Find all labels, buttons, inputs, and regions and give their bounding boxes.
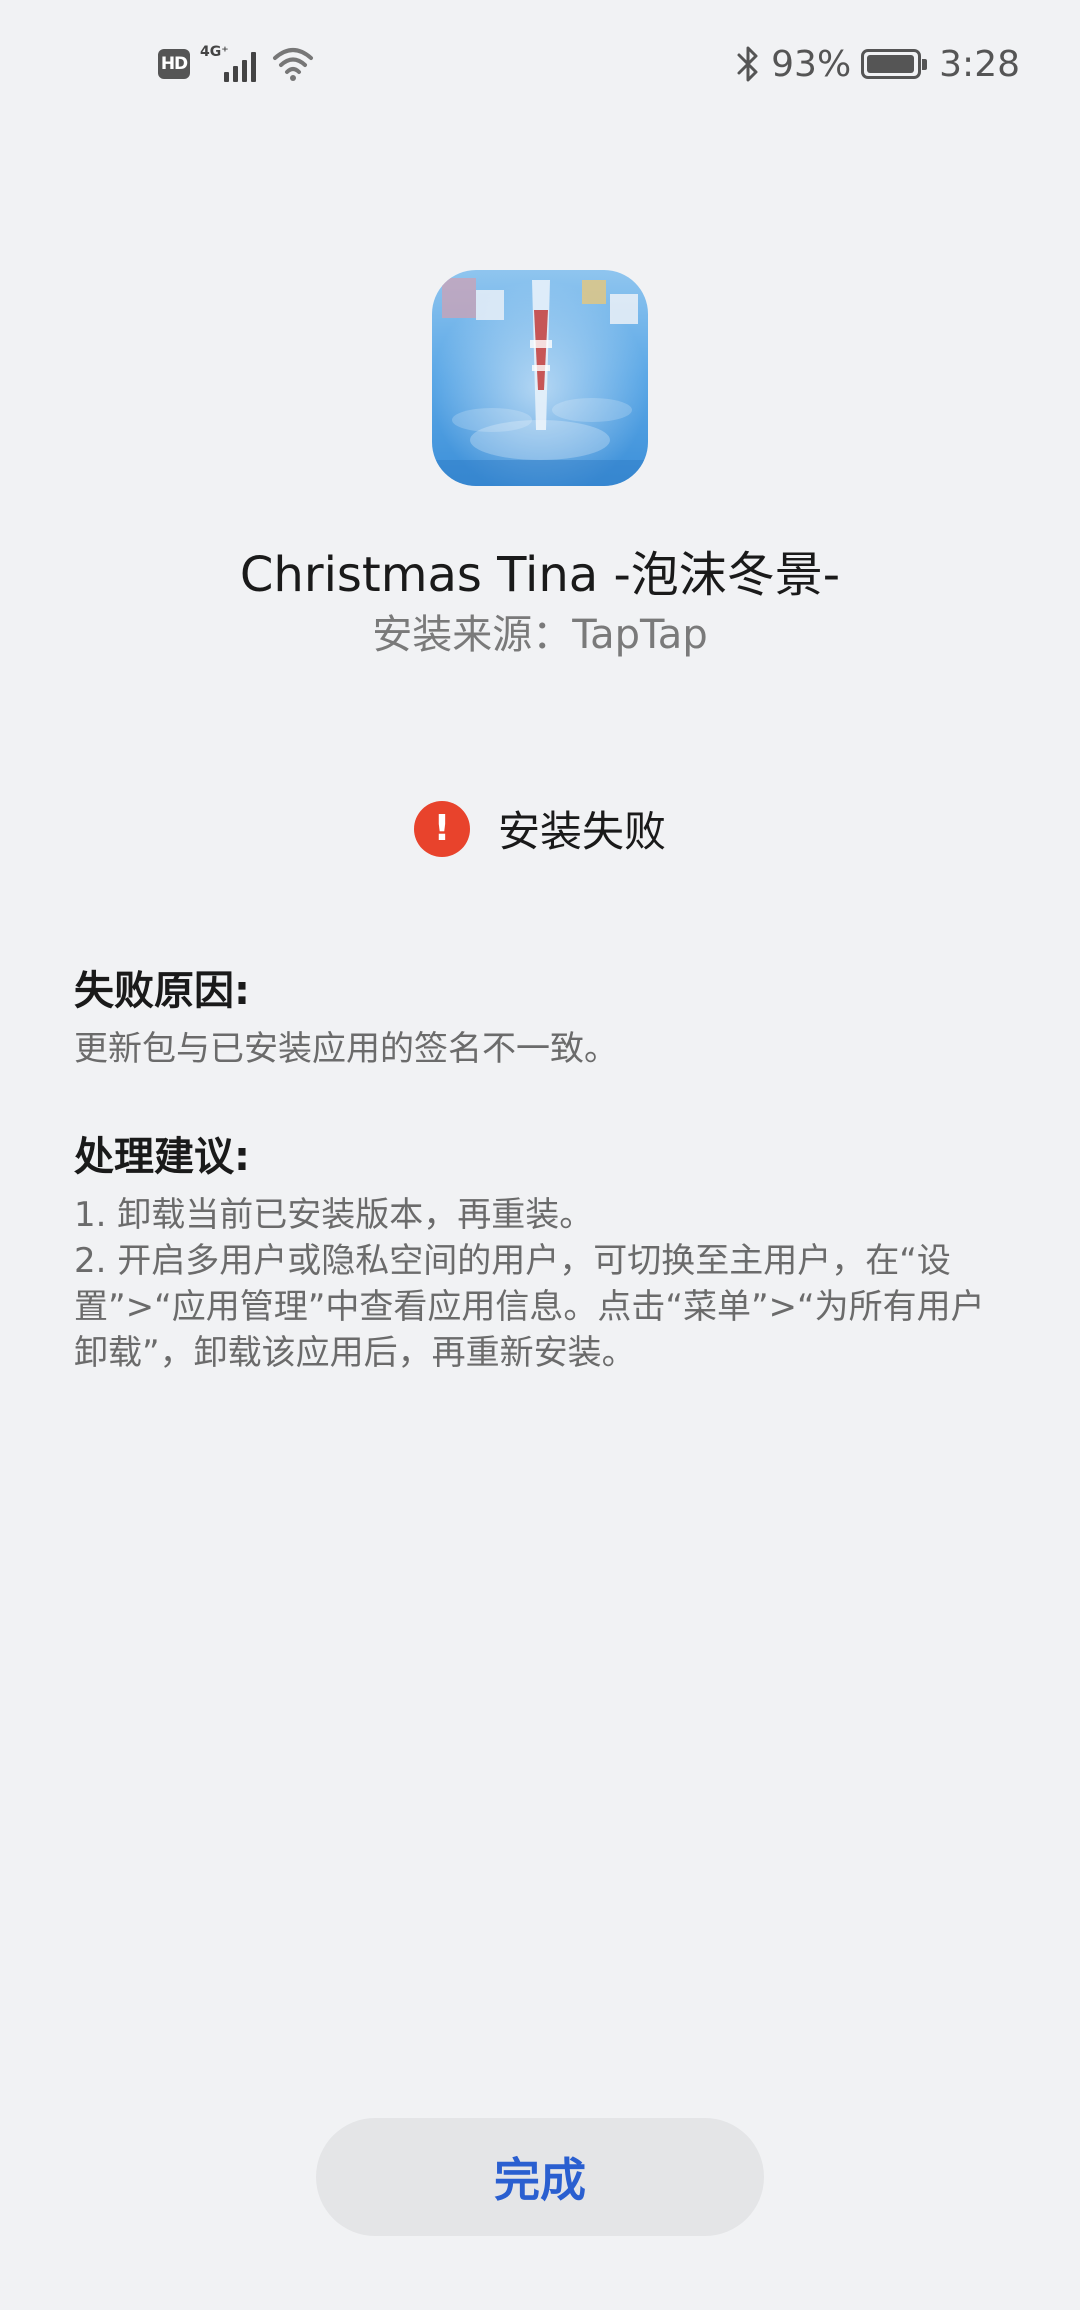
install-status-text: 安装失败 xyxy=(497,807,666,856)
app-icon xyxy=(432,270,648,486)
status-right-group: 93% 3:28 xyxy=(735,40,1020,88)
hd-icon: HD xyxy=(158,49,190,79)
done-button[interactable]: 完成 xyxy=(316,2118,764,2236)
failure-reason-title: 失败原因: xyxy=(74,968,250,1014)
suggestion-list: 1. 卸载当前已安装版本，再重装。 2. 开启多用户或隐私空间的用户，可切换至主… xyxy=(74,1192,1014,1376)
signal-icon: 4G⁺ xyxy=(200,44,262,84)
suggestion-item: 2. 开启多用户或隐私空间的用户，可切换至主用户，在“设置”>“应用管理”中查看… xyxy=(74,1241,985,1373)
bluetooth-icon xyxy=(735,44,761,84)
clock: 3:28 xyxy=(939,43,1020,85)
failure-reason-text: 更新包与已安装应用的签名不一致。 xyxy=(74,1029,618,1069)
install-source: 安装来源：TapTap xyxy=(372,612,708,658)
install-status: ! 安装失败 xyxy=(0,798,1080,859)
status-left-group: HD 4G⁺ xyxy=(158,44,314,84)
suggestion-title: 处理建议: xyxy=(74,1134,250,1180)
error-icon: ! xyxy=(413,800,470,857)
battery-icon xyxy=(861,49,928,79)
suggestion-item: 1. 卸载当前已安装版本，再重装。 xyxy=(74,1195,594,1235)
status-bar: HD 4G⁺ 93% 3:28 xyxy=(0,0,1080,126)
battery-percent: 93% xyxy=(771,43,852,85)
signal-bars xyxy=(224,52,256,82)
app-name: Christmas Tina -泡沫冬景- xyxy=(239,547,841,603)
wifi-icon xyxy=(272,46,314,82)
